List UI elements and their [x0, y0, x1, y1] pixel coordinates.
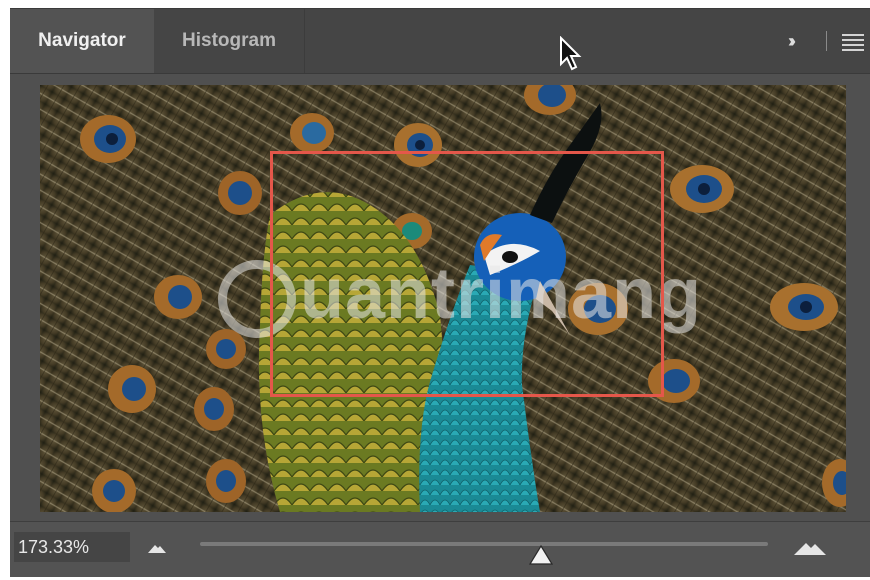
- small-mountain-icon[interactable]: [146, 542, 168, 554]
- zoom-percentage-field[interactable]: 173.33%: [14, 532, 130, 562]
- zoom-slider-track[interactable]: [200, 542, 768, 546]
- tab-navigator[interactable]: Navigator: [10, 9, 154, 73]
- header-divider: [826, 31, 827, 51]
- tab-histogram[interactable]: Histogram: [154, 9, 305, 73]
- navigator-panel: Navigator Histogram ›› uantrimang 173.33…: [10, 8, 870, 577]
- navigator-preview-image[interactable]: uantrimang: [40, 85, 846, 512]
- double-chevron-right-icon[interactable]: ››: [788, 31, 812, 51]
- large-mountain-icon[interactable]: [792, 538, 828, 556]
- zoom-slider-thumb[interactable]: [528, 545, 553, 565]
- zoom-bar: 173.33%: [10, 521, 870, 577]
- hamburger-menu-icon[interactable]: [842, 34, 864, 51]
- panel-tab-bar: Navigator Histogram ››: [10, 9, 870, 74]
- mouse-pointer-icon: [560, 36, 582, 71]
- navigator-view-rectangle[interactable]: [270, 151, 664, 397]
